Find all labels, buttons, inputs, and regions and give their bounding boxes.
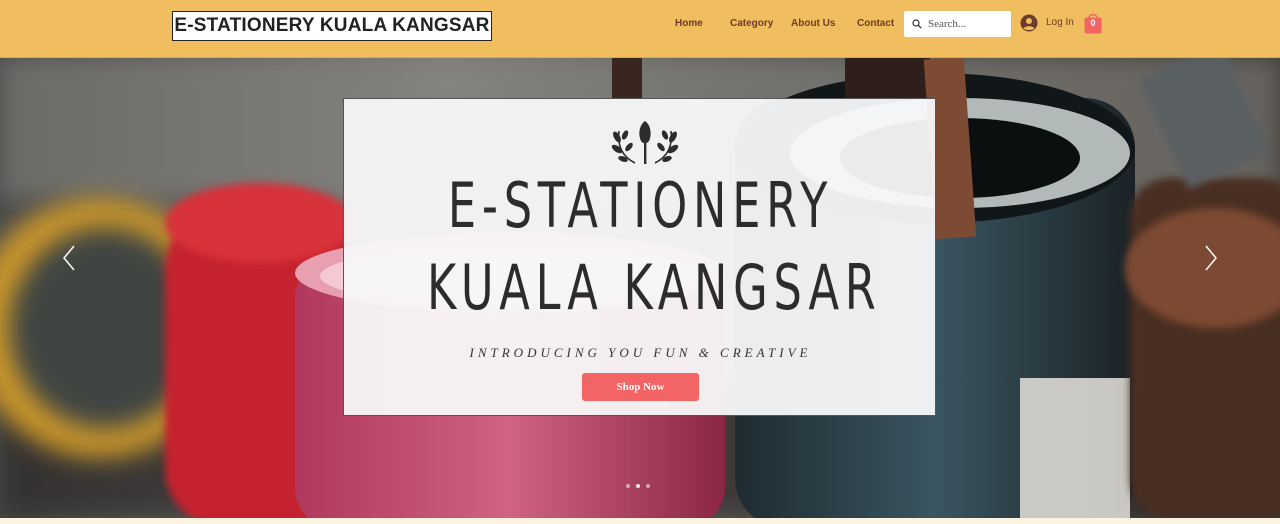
cart-count: 0 <box>1090 18 1096 28</box>
login-link[interactable]: Log In <box>1046 17 1074 28</box>
hero-subtitle: INTRODUCING YOU FUN & CREATIVE <box>469 345 812 360</box>
hero-slideshow: E-STATIONERY KUALA KANGSAR INTRODUCING Y… <box>0 58 1280 518</box>
slide-dot-2[interactable] <box>636 484 640 488</box>
hero-title-line-1: E-STATIONERY <box>447 169 834 242</box>
search-input[interactable] <box>928 18 1004 30</box>
nav-category[interactable]: Category <box>730 18 773 29</box>
chevron-left-icon[interactable] <box>61 244 77 272</box>
site-header: E-STATIONERY KUALA KANGSAR Home Category… <box>0 0 1280 58</box>
slide-dot-3[interactable] <box>646 484 650 488</box>
hero-title-line-2: KUALA KANGSAR <box>427 251 882 324</box>
nav-home[interactable]: Home <box>675 18 703 29</box>
cart-button[interactable]: 0 <box>1083 11 1103 35</box>
chevron-right-icon[interactable] <box>1203 244 1219 272</box>
nav-contact[interactable]: Contact <box>857 18 894 29</box>
search-icon <box>912 19 922 29</box>
shop-now-button[interactable]: Shop Now <box>582 373 699 401</box>
page-bottom-strip <box>0 518 1280 524</box>
nav-about-us[interactable]: About Us <box>791 18 835 29</box>
site-logo-text: E-STATIONERY KUALA KANGSAR <box>174 15 490 36</box>
search-bar[interactable] <box>904 11 1011 37</box>
user-icon[interactable] <box>1020 14 1038 32</box>
slide-indicators <box>626 484 650 488</box>
slide-dot-1[interactable] <box>626 484 630 488</box>
shovel-emblem-icon <box>611 121 679 164</box>
hero-text-panel: E-STATIONERY KUALA KANGSAR INTRODUCING Y… <box>343 98 936 416</box>
site-logo[interactable]: E-STATIONERY KUALA KANGSAR <box>172 11 492 41</box>
